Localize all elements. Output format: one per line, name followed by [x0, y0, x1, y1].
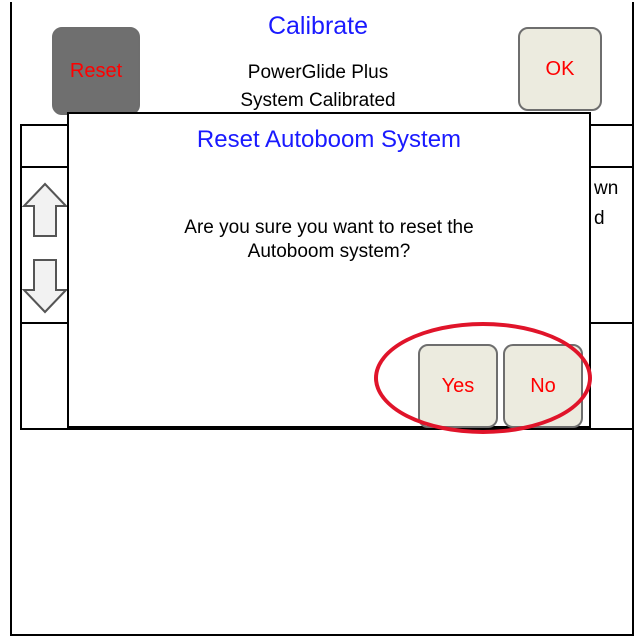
down-arrow-icon[interactable] [22, 258, 68, 314]
background-text: wn [594, 178, 619, 199]
table-border-top-left [20, 124, 70, 126]
highlight-circle [374, 322, 592, 434]
up-arrow-icon[interactable] [22, 182, 68, 238]
reset-button-label: Reset [69, 59, 123, 82]
dialog-message-line: Are you sure you want to reset the [184, 217, 474, 238]
dialog-message: Are you sure you want to reset the Autob… [69, 216, 589, 264]
reset-button[interactable]: Reset [52, 27, 140, 115]
dialog-message-line: Autoboom system? [247, 241, 411, 262]
background-text: d [594, 208, 605, 229]
table-row-divider [588, 322, 634, 324]
table-row-divider [20, 322, 70, 324]
ok-button-label: OK [545, 57, 575, 80]
table-border-top-right [588, 124, 634, 126]
ok-button[interactable]: OK [518, 27, 602, 111]
table-row-divider [588, 166, 634, 168]
dialog-title: Reset Autoboom System [196, 126, 462, 153]
table-row-divider [20, 166, 70, 168]
table-border-bottom [20, 428, 634, 430]
